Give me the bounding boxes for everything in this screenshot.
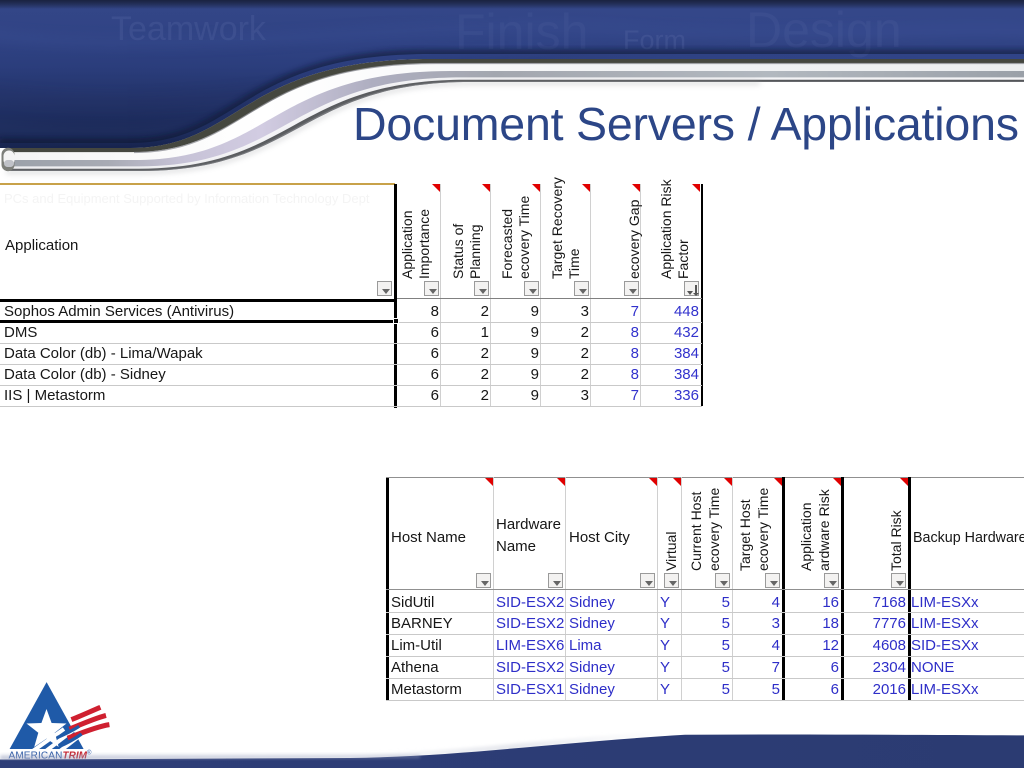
svg-text:Teamwork: Teamwork	[111, 10, 267, 48]
